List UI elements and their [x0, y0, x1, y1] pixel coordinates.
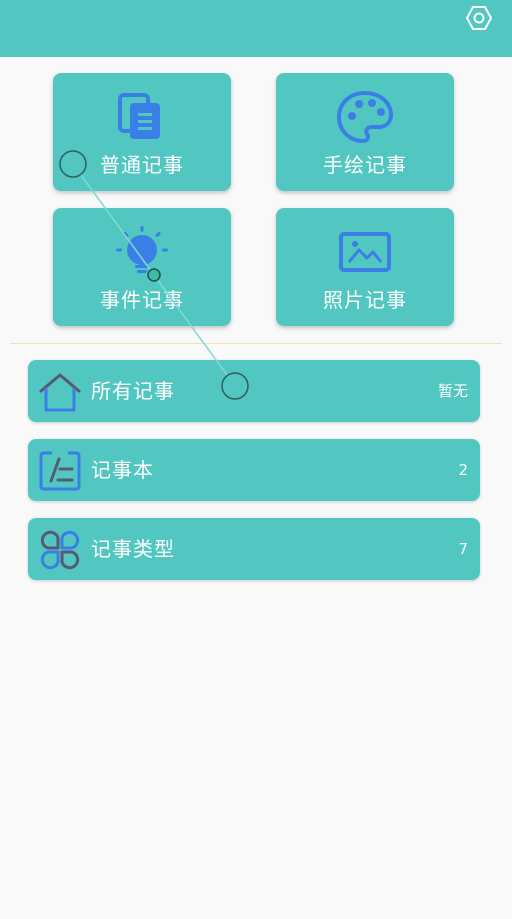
note-copy-icon [118, 93, 160, 139]
hex-gear-icon [466, 6, 492, 30]
list-item-label: 记事类型 [91, 537, 175, 561]
list-item-notebook[interactable]: 记事本 2 [28, 439, 480, 501]
top-app-bar [0, 0, 512, 57]
list-item-label: 记事本 [91, 458, 154, 482]
tile-label: 事件记事 [100, 288, 184, 312]
list-item-count: 7 [458, 540, 468, 558]
tile-label: 手绘记事 [323, 153, 407, 177]
list-item-count: 2 [458, 461, 468, 479]
lightbulb-icon [116, 226, 168, 273]
image-icon [339, 232, 391, 272]
list-item-note-types[interactable]: 记事类型 7 [28, 518, 480, 580]
list-item-all-notes[interactable]: 所有记事 暂无 [28, 360, 480, 422]
tile-normal-note[interactable]: 普通记事 [53, 73, 231, 191]
notebook-icon [39, 451, 81, 491]
tile-drawing-note[interactable]: 手绘记事 [276, 73, 454, 191]
home-icon [39, 373, 81, 412]
list-item-count: 暂无 [437, 382, 468, 400]
settings-button[interactable] [466, 5, 492, 31]
tile-event-note[interactable]: 事件记事 [53, 208, 231, 326]
clover-icon [40, 530, 80, 570]
list-item-label: 所有记事 [91, 379, 175, 403]
palette-icon [337, 91, 393, 143]
divider [10, 343, 502, 344]
tile-photo-note[interactable]: 照片记事 [276, 208, 454, 326]
tile-label: 普通记事 [100, 153, 184, 177]
tile-label: 照片记事 [323, 288, 407, 312]
